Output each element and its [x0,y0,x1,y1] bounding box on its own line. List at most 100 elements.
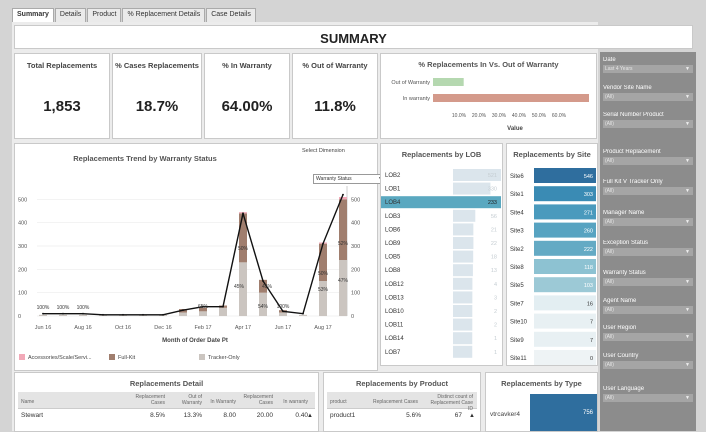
trend-point[interactable] [62,312,64,315]
kpi-value: 1,853 [43,98,81,115]
filter-label: Date [603,57,616,63]
trend-point[interactable] [222,305,224,308]
trend-point[interactable] [182,309,184,312]
warranty-bar[interactable] [433,78,464,86]
lob-bar[interactable] [453,264,473,277]
filter-select[interactable]: (All) ▼ [603,361,693,369]
lob-value: 330 [488,187,497,193]
trend-total-line [43,194,344,316]
trend-bar-tracker-only[interactable] [79,314,87,316]
tab-product[interactable]: Product [87,8,122,22]
site-value: 260 [584,229,593,235]
site-cell[interactable] [534,350,596,365]
product-col-distinct: Distinct count of Replacement Case ID [430,394,473,412]
scroll-up-icon[interactable]: ▲ [469,413,475,419]
filter-select[interactable]: (All) ▼ [603,93,693,101]
filter-agent-name: Agent Name (All) ▼ [603,298,693,314]
trend-bar-tracker-only[interactable] [179,312,187,317]
lob-bar[interactable] [453,182,491,195]
table-row[interactable]: Stewart 8.5% 13.3% 8.00 20.00 0.40 [18,412,315,423]
filter-select[interactable]: (All) ▼ [603,120,693,128]
filter-select[interactable]: (All) ▼ [603,278,693,286]
type-bar[interactable]: 756 [530,394,597,431]
lob-bar[interactable] [453,332,473,345]
trend-point[interactable] [262,280,264,282]
trend-point[interactable] [342,193,344,196]
lob-bar[interactable] [453,209,476,222]
select-dimension-value: Warranty Status [316,176,352,182]
tab-bar: Summary Details Product% Replacement Detai… [12,8,257,22]
detail-title: Replacements Detail [129,379,204,388]
filter-label: Manager Name [603,210,645,216]
legend-swatch [19,354,25,360]
tab-summary[interactable]: Summary [12,8,54,22]
product-col-rep-cases: Replacement Cases [373,399,419,405]
select-dimension-dropdown[interactable]: Warranty Status ▼ [313,174,387,184]
lob-bar[interactable] [453,250,474,263]
dashboard-main: SUMMARY Total Replacements 1,853 % Cases… [12,22,693,432]
trend-point[interactable] [282,310,284,313]
trend-bar-tracker-only[interactable] [59,314,67,316]
trend-point[interactable] [82,312,84,315]
lob-bar[interactable] [453,237,474,249]
filter-select[interactable]: Last 4 Years ▼ [603,65,693,73]
trend-bar-tracker-only[interactable] [199,311,207,316]
lob-bar[interactable] [453,277,473,290]
trend-point[interactable] [102,313,104,316]
trend-point[interactable] [142,313,144,316]
site-label: Site8 [510,265,524,271]
legend-swatch [199,354,205,360]
filter-select[interactable]: (All) ▼ [603,187,693,195]
chevron-down-icon: ▼ [685,362,690,368]
trend-bar-tracker-only[interactable] [339,260,347,316]
trend-point[interactable] [242,212,244,215]
lob-bar[interactable] [453,318,473,331]
trend-bar-tracker-only[interactable] [299,314,307,316]
trend-bar-accessories-scale-servi-[interactable] [339,197,347,200]
filter-serial-number-product: Serial Number Product (All) ▼ [603,112,693,128]
table-row[interactable]: product1 5.6% 67 [327,412,477,423]
trend-point[interactable] [302,312,304,315]
trend-percent-label: 53% [318,287,329,293]
site-cell[interactable] [534,313,596,329]
trend-point[interactable] [162,313,164,316]
site-value: 271 [584,210,593,216]
trend-point[interactable] [322,242,324,245]
site-value: 103 [584,283,593,289]
filter-value: (All) [605,94,614,100]
trend-bar-full-kit[interactable] [339,199,347,260]
lob-bar[interactable] [453,345,473,358]
filter-product-replacement: Product Replacement (All) ▼ [603,149,693,165]
filter-label: Warranty Status [603,270,646,276]
filter-select[interactable]: (All) ▼ [603,306,693,314]
trend-bar-tracker-only[interactable] [39,314,47,316]
filter-select[interactable]: (All) ▼ [603,157,693,165]
filter-select[interactable]: (All) ▼ [603,333,693,341]
lob-label: LOB3 [385,214,401,220]
lob-chart: LOB2 521LOB1 330LOB4 233LOB3 56LOB6 21LOB9 22L… [381,169,501,358]
trend-bar-tracker-only[interactable] [279,312,287,317]
site-chart: Site6 546 Site1 303 Site4 271 Site3 260 Site2 222… [510,168,596,365]
filter-select[interactable]: (All) ▼ [603,248,693,256]
lob-bar[interactable] [453,305,473,317]
trend-point[interactable] [122,313,124,316]
warranty-x-tick: 60.0% [552,113,567,119]
lob-bar[interactable] [453,223,474,236]
page-title: SUMMARY [320,31,387,46]
filter-select[interactable]: (All) ▼ [603,218,693,226]
trend-bar-tracker-only[interactable] [219,307,227,316]
tab-details[interactable]: Details [54,8,87,22]
lob-value: 22 [491,241,497,247]
filter-select[interactable]: (All) ▼ [603,394,693,402]
tab-case-details[interactable]: Case Details [206,8,256,22]
detail-col-name: Name [21,399,35,405]
lob-label: LOB14 [385,336,404,342]
site-cell[interactable] [534,331,596,347]
tab-replacement-details[interactable]: % Replacement Details [122,8,206,22]
warranty-bar[interactable] [433,94,589,102]
scroll-up-icon[interactable]: ▲ [307,413,313,419]
filter-value: (All) [605,249,614,255]
trend-point[interactable] [42,312,44,315]
lob-bar[interactable] [453,291,473,304]
type-value: 756 [582,410,593,416]
